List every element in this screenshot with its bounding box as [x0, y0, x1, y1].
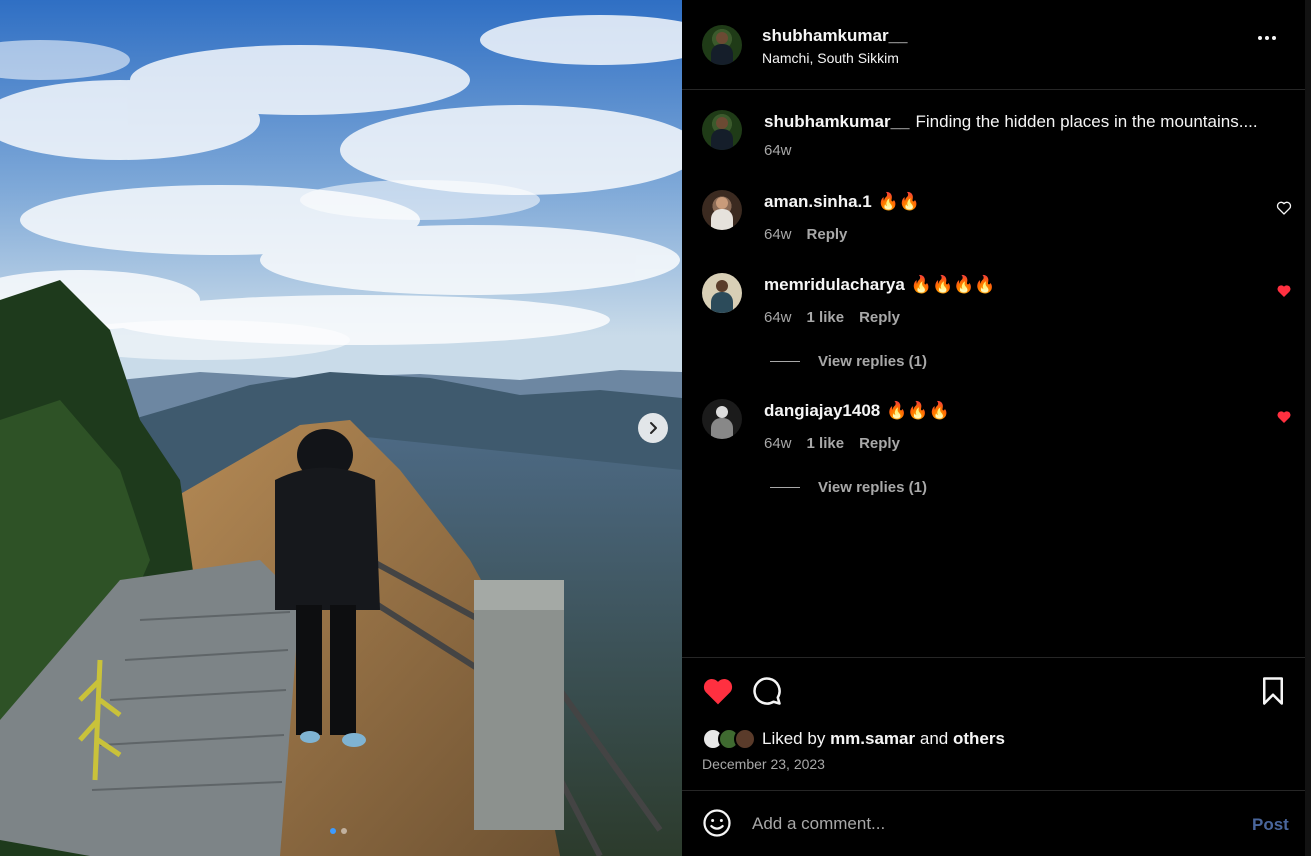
commenter-avatar[interactable]: [702, 399, 742, 439]
post-actions: Liked by mm.samar and others December 23…: [682, 657, 1305, 805]
view-replies-button[interactable]: View replies (1): [770, 353, 927, 370]
comment-icon[interactable]: [752, 676, 782, 706]
comment-meta: 64w 1 like Reply: [764, 309, 900, 326]
view-replies-label: View replies (1): [818, 479, 927, 496]
view-replies-button[interactable]: View replies (1): [770, 479, 927, 496]
more-options-icon[interactable]: [1258, 36, 1276, 40]
next-arrow-icon: [650, 422, 657, 434]
post-photo[interactable]: [0, 0, 682, 856]
caption-meta: 64w: [764, 142, 792, 159]
comment-item: memridulacharya 🔥🔥🔥🔥 64w 1 like Reply: [702, 273, 1292, 333]
comment-item: aman.sinha.1 🔥🔥 64w Reply: [702, 190, 1292, 250]
comment-item: dangiajay1408 🔥🔥🔥 64w 1 like Reply: [702, 399, 1292, 459]
heart-icon[interactable]: [702, 676, 734, 706]
liked-by-and: and: [919, 729, 949, 748]
comment-input[interactable]: [752, 809, 1232, 839]
liked-by-others[interactable]: others: [953, 729, 1005, 748]
caption-username[interactable]: shubhamkumar__: [764, 112, 910, 131]
comment-username[interactable]: aman.sinha.1: [764, 192, 872, 211]
liked-by: Liked by mm.samar and others: [702, 728, 1005, 750]
comment-age: 64w: [764, 309, 792, 326]
caption-row: shubhamkumar__ Finding the hidden places …: [702, 110, 1292, 170]
comment-username[interactable]: memridulacharya: [764, 275, 905, 294]
author-avatar[interactable]: [702, 25, 742, 65]
post-details-panel: shubhamkumar__ Namchi, South Sikkim shub…: [682, 0, 1305, 856]
reply-button[interactable]: Reply: [807, 226, 848, 243]
comment-like-heart-icon[interactable]: [1276, 409, 1292, 425]
post-comment-button[interactable]: Post: [1252, 815, 1289, 835]
mountain-photo: [0, 0, 682, 856]
comment-meta: 64w Reply: [764, 226, 847, 243]
commenter-avatar[interactable]: [702, 190, 742, 230]
liked-by-text: Liked by mm.samar and others: [762, 729, 1005, 749]
post-date: December 23, 2023: [702, 756, 825, 772]
liked-by-prefix: Liked by: [762, 729, 826, 748]
comment-meta: 64w 1 like Reply: [764, 435, 900, 452]
add-comment-bar: Post: [682, 790, 1305, 856]
post-header: shubhamkumar__ Namchi, South Sikkim: [682, 0, 1305, 90]
view-replies-label: View replies (1): [818, 353, 927, 370]
comment-age: 64w: [764, 226, 792, 243]
comment-username[interactable]: dangiajay1408: [764, 401, 880, 420]
comment-like-heart-icon[interactable]: [1276, 283, 1292, 299]
comment-body: 🔥🔥🔥🔥: [910, 275, 996, 294]
comment-text: memridulacharya 🔥🔥🔥🔥: [764, 275, 995, 295]
carousel-dot-active: [330, 828, 336, 834]
commenter-avatar[interactable]: [702, 273, 742, 313]
author-username[interactable]: shubhamkumar__: [762, 26, 908, 46]
next-photo-button[interactable]: [638, 413, 668, 443]
comment-body: 🔥🔥: [877, 192, 921, 211]
liker-avatar: [734, 728, 756, 750]
comment-like-count[interactable]: 1 like: [807, 435, 845, 452]
bookmark-icon[interactable]: [1260, 676, 1286, 706]
comment-text: dangiajay1408 🔥🔥🔥: [764, 401, 950, 421]
comment-like-heart-icon[interactable]: [1276, 200, 1292, 216]
liked-by-user[interactable]: mm.samar: [830, 729, 915, 748]
reply-button[interactable]: Reply: [859, 435, 900, 452]
carousel-dot: [341, 828, 347, 834]
caption-body: Finding the hidden places in the mountai…: [915, 112, 1258, 131]
caption-text: shubhamkumar__ Finding the hidden places …: [764, 112, 1258, 132]
post-location[interactable]: Namchi, South Sikkim: [762, 50, 899, 66]
caption-age: 64w: [764, 142, 792, 159]
reply-button[interactable]: Reply: [859, 309, 900, 326]
comment-like-count[interactable]: 1 like: [807, 309, 845, 326]
caption-author-avatar[interactable]: [702, 110, 742, 150]
comment-text: aman.sinha.1 🔥🔥: [764, 192, 920, 212]
comment-age: 64w: [764, 435, 792, 452]
scrollbar-edge: [1305, 0, 1311, 856]
comment-body: 🔥🔥🔥: [886, 401, 950, 420]
carousel-indicator: [330, 828, 347, 834]
emoji-icon[interactable]: [702, 808, 732, 838]
